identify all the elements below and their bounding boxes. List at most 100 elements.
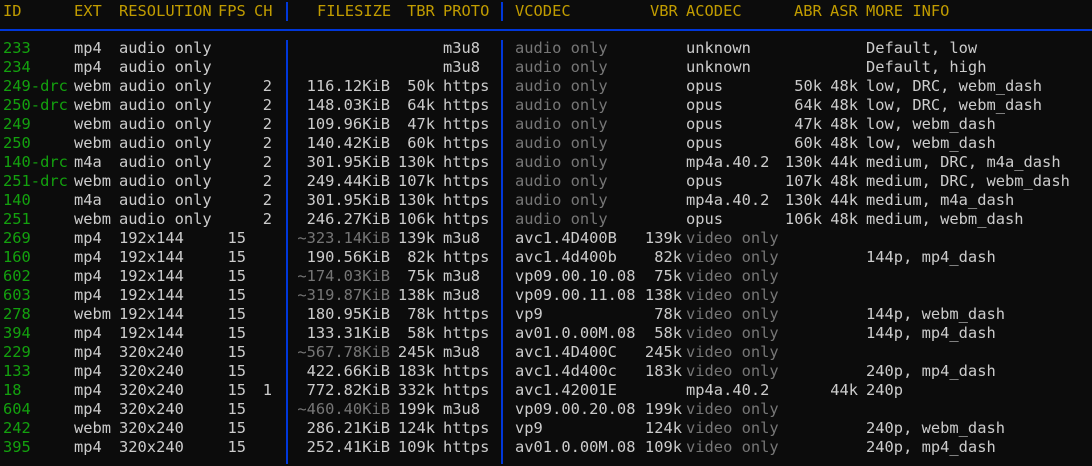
cell-resolution: audio only (119, 191, 212, 209)
cell-vcodec: vp09.00.20.08 (515, 400, 636, 418)
cell-proto: https (443, 324, 490, 342)
cell-id: 250-drc (3, 96, 68, 114)
cell-abr: 60k (794, 134, 822, 152)
cell-id: 603 (3, 286, 31, 304)
cell-tbr: 78k (407, 305, 435, 323)
cell-resolution: 320x240 (119, 362, 184, 380)
cell-ch: 2 (262, 153, 272, 171)
table-row: 603 mp4 192x144 15 ~319.87KiB 138k m3u8 vp09.00… (0, 286, 1092, 305)
cell-resolution: 320x240 (119, 381, 184, 399)
cell-id: 278 (3, 305, 31, 323)
cell-resolution: audio only (119, 39, 212, 57)
cell-acodec: video only (686, 286, 779, 304)
cell-fps: 15 (227, 267, 246, 285)
table-row: 395 mp4 320x240 15 252.41KiB 109k https av01.0.… (0, 438, 1092, 457)
table-row: 251-drc webm audio only 2 249.44KiB 107k https… (0, 172, 1092, 191)
cell-ext: webm (74, 305, 112, 323)
cell-more-info: low, webm_dash (866, 134, 996, 152)
cell-ext: mp4 (74, 267, 102, 285)
cell-more-info: medium, DRC, m4a_dash (866, 153, 1061, 171)
cell-fps: 15 (227, 324, 246, 342)
cell-proto: https (443, 77, 490, 95)
cell-filesize: 116.12KiB (306, 77, 390, 95)
cell-filesize: 772.82KiB (306, 381, 390, 399)
cell-id: 249-drc (3, 77, 68, 95)
cell-abr: 47k (794, 115, 822, 133)
cell-ch: 2 (262, 210, 272, 228)
header-ext: EXT (74, 2, 102, 20)
cell-vcodec: audio only (515, 58, 608, 76)
cell-asr: 48k (830, 96, 858, 114)
header-separator (0, 29, 1092, 31)
cell-more-info: medium, webm_dash (866, 210, 1024, 228)
cell-asr: 44k (830, 191, 858, 209)
cell-ch: 2 (262, 96, 272, 114)
cell-id: 242 (3, 419, 31, 437)
cell-id: 395 (3, 438, 31, 456)
cell-resolution: 320x240 (119, 419, 184, 437)
cell-proto: https (443, 96, 490, 114)
cell-tbr: 139k (397, 229, 435, 247)
header-more-info: MORE INFO (866, 2, 950, 20)
cell-acodec: opus (686, 115, 724, 133)
cell-acodec: video only (686, 305, 779, 323)
cell-vbr: 75k (654, 267, 682, 285)
cell-tbr: 60k (407, 134, 435, 152)
cell-filesize: ~174.03KiB (297, 267, 390, 285)
table-row: 229 mp4 320x240 15 ~567.78KiB 245k m3u8 avc1.4D… (0, 343, 1092, 362)
cell-more-info: 144p, mp4_dash (866, 324, 996, 342)
cell-resolution: audio only (119, 153, 212, 171)
cell-asr: 48k (830, 172, 858, 190)
cell-filesize: 109.96KiB (306, 115, 390, 133)
cell-filesize: ~460.40KiB (297, 400, 390, 418)
cell-acodec: video only (686, 229, 779, 247)
terminal-window[interactable]: ID EXT RESOLUTION FPS CH FILESIZE TBR PR… (0, 0, 1092, 466)
table-row: 269 mp4 192x144 15 ~323.14KiB 139k m3u8 avc1.4D… (0, 229, 1092, 248)
cell-filesize: 286.21KiB (306, 419, 390, 437)
cell-vbr: 78k (654, 305, 682, 323)
table-row: 250-drc webm audio only 2 148.03KiB 64k https a… (0, 96, 1092, 115)
cell-vbr: 109k (644, 438, 682, 456)
cell-id: 140 (3, 191, 31, 209)
cell-id: 604 (3, 400, 31, 418)
header-fps: FPS (218, 2, 246, 20)
cell-asr: 48k (830, 210, 858, 228)
cell-vbr: 245k (644, 343, 682, 361)
cell-acodec: video only (686, 343, 779, 361)
cell-vcodec: vp9 (515, 419, 543, 437)
cell-more-info: medium, DRC, webm_dash (866, 172, 1070, 190)
cell-ch: 2 (262, 134, 272, 152)
cell-abr: 107k (784, 172, 822, 190)
cell-fps: 15 (227, 286, 246, 304)
cell-proto: https (443, 305, 490, 323)
cell-proto: https (443, 172, 490, 190)
cell-id: 233 (3, 39, 31, 57)
cell-resolution: audio only (119, 77, 212, 95)
cell-ch: 1 (262, 381, 272, 399)
cell-fps: 15 (227, 248, 246, 266)
cell-vcodec: avc1.4d400c (515, 362, 617, 380)
cell-ext: webm (74, 419, 112, 437)
cell-fps: 15 (227, 438, 246, 456)
cell-id: 18 (3, 381, 22, 399)
cell-vcodec: avc1.4D400C (515, 343, 617, 361)
cell-vcodec: audio only (515, 172, 608, 190)
cell-resolution: audio only (119, 96, 212, 114)
cell-proto: m3u8 (443, 400, 481, 418)
cell-proto: https (443, 153, 490, 171)
cell-tbr: 64k (407, 96, 435, 114)
cell-resolution: audio only (119, 58, 212, 76)
cell-tbr: 50k (407, 77, 435, 95)
cell-vbr: 139k (644, 229, 682, 247)
cell-id: 394 (3, 324, 31, 342)
cell-abr: 106k (784, 210, 822, 228)
cell-acodec: opus (686, 96, 724, 114)
cell-proto: https (443, 191, 490, 209)
header-vbr: VBR (650, 2, 678, 20)
cell-acodec: video only (686, 400, 779, 418)
table-row: 234 mp4 audio only m3u8 audio only unknown Def… (0, 58, 1092, 77)
cell-vcodec: avc1.42001E (515, 381, 617, 399)
cell-proto: https (443, 381, 490, 399)
cell-asr: 44k (830, 153, 858, 171)
cell-asr: 48k (830, 115, 858, 133)
